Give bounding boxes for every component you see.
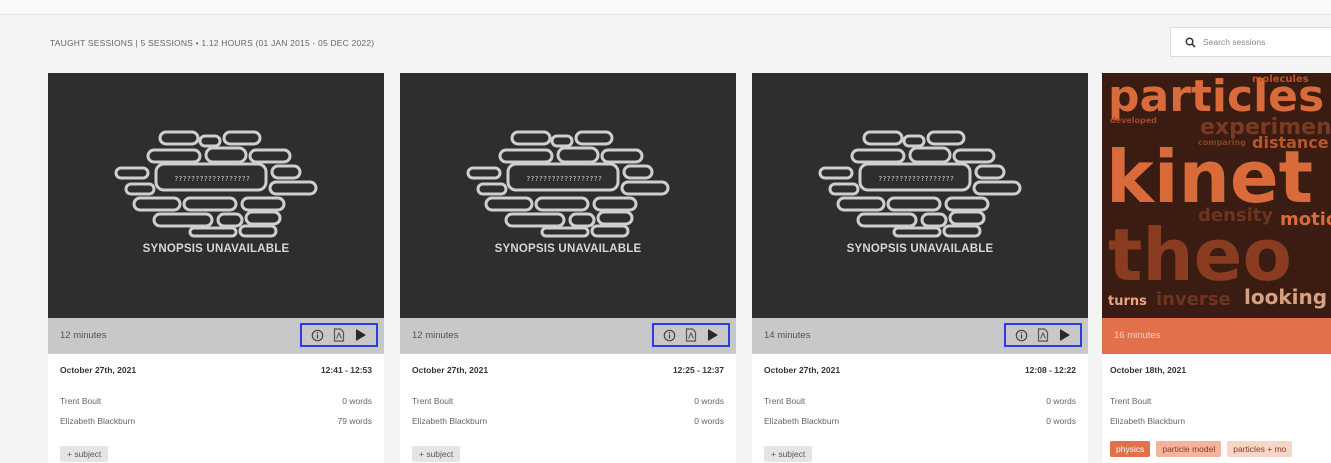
play-icon[interactable] [1059, 328, 1071, 342]
speaker-word-count: 79 words [337, 416, 373, 426]
speaker-name: Elizabeth Blackburn [1110, 416, 1186, 426]
session-info-bar: 12 minutes [400, 318, 736, 354]
pdf-document-icon[interactable] [333, 328, 345, 342]
cloud-word: developed [1110, 116, 1157, 125]
word-cloud-placeholder-icon: ?????????????????? [818, 130, 1022, 238]
speaker-name: Trent Boult [764, 396, 806, 406]
duration-label: 14 minutes [764, 330, 811, 341]
speaker-name: Trent Boult [1110, 396, 1152, 406]
session-actions [652, 323, 730, 347]
speaker-row: Trent Boult [1110, 396, 1330, 406]
cloud-word: molecules [1252, 74, 1309, 85]
cloud-word: turns [1108, 294, 1147, 309]
session-actions [300, 323, 378, 347]
duration-label: 12 minutes [60, 330, 107, 341]
search-icon [1185, 37, 1196, 48]
session-thumbnail[interactable]: ?????????????????? SYNOPSIS UNAVAILABLE [752, 73, 1088, 318]
synopsis-unavailable-label: SYNOPSIS UNAVAILABLE [494, 243, 642, 255]
session-date-row: October 27th, 2021 12:08 - 12:22 [764, 365, 1076, 375]
svg-text:??????????????????: ?????????????????? [878, 175, 954, 183]
play-icon[interactable] [707, 328, 719, 342]
session-time: 12:41 - 12:53 [320, 365, 372, 375]
session-date-row: October 27th, 2021 12:41 - 12:53 [60, 365, 372, 375]
add-subject-button[interactable]: + subject [412, 446, 461, 462]
session-thumbnail[interactable]: ?????????????????? SYNOPSIS UNAVAILABLE [400, 73, 736, 318]
session-info-bar: 12 minutes [48, 318, 384, 354]
speaker-name: Elizabeth Blackburn [412, 416, 488, 426]
session-thumbnail[interactable]: particles molecules developed experiment… [1102, 73, 1331, 318]
session-date-row: October 27th, 2021 12:25 - 12:37 [412, 365, 724, 375]
info-icon[interactable] [1015, 329, 1028, 342]
word-cloud-placeholder-icon: ?????????????????? [114, 130, 318, 238]
info-icon[interactable] [311, 329, 324, 342]
speaker-word-count: 0 words [694, 416, 724, 426]
pdf-document-icon[interactable] [685, 328, 697, 342]
speaker-row: Trent Boult 0 words [412, 396, 724, 406]
session-card[interactable]: ?????????????????? SYNOPSIS UNAVAILABLE … [48, 73, 384, 463]
sessions-summary: TAUGHT SESSIONS | 5 SESSIONS • 1.12 HOUR… [50, 38, 375, 48]
session-date: October 27th, 2021 [60, 365, 137, 375]
cloud-word: kinet [1106, 135, 1314, 219]
svg-text:??????????????????: ?????????????????? [174, 175, 250, 183]
subject-tag[interactable]: particles + mo [1227, 441, 1293, 457]
session-time: 12:25 - 12:37 [672, 365, 724, 375]
speaker-row: Trent Boult 0 words [764, 396, 1076, 406]
subject-tag[interactable]: physics [1110, 441, 1151, 457]
speaker-row: Elizabeth Blackburn 0 words [412, 416, 724, 426]
subject-tag[interactable]: particle model [1156, 441, 1222, 457]
play-icon[interactable] [355, 328, 367, 342]
speaker-row: Elizabeth Blackburn 79 words [60, 416, 372, 426]
duration-label: 16 minutes [1114, 330, 1161, 341]
session-card[interactable]: particles molecules developed experiment… [1102, 73, 1331, 463]
synopsis-unavailable-label: SYNOPSIS UNAVAILABLE [846, 243, 994, 255]
info-icon[interactable] [663, 329, 676, 342]
word-cloud-image: particles molecules developed experiment… [1102, 73, 1331, 318]
session-info-bar: 16 minutes [1102, 318, 1331, 354]
top-bar [0, 0, 1331, 15]
session-date: October 18th, 2021 [1110, 365, 1187, 375]
pdf-document-icon[interactable] [1037, 328, 1049, 342]
word-cloud-placeholder-icon: ?????????????????? [466, 130, 670, 238]
duration-label: 12 minutes [412, 330, 459, 341]
cloud-word: theo [1108, 213, 1292, 297]
add-subject-button[interactable]: + subject [764, 446, 813, 462]
speaker-word-count: 0 words [342, 396, 372, 406]
cloud-word: inverse [1156, 289, 1231, 310]
speaker-row: Elizabeth Blackburn 0 words [764, 416, 1076, 426]
speaker-name: Trent Boult [60, 396, 102, 406]
speaker-row: Trent Boult 0 words [60, 396, 372, 406]
speaker-word-count: 0 words [1046, 416, 1076, 426]
session-card[interactable]: ?????????????????? SYNOPSIS UNAVAILABLE … [752, 73, 1088, 463]
add-subject-button[interactable]: + subject [60, 446, 109, 462]
subject-tags: physics particle model particles + mo [1110, 441, 1293, 457]
speaker-name: Trent Boult [412, 396, 454, 406]
session-thumbnail[interactable]: ?????????????????? SYNOPSIS UNAVAILABLE [48, 73, 384, 318]
session-date-row: October 18th, 2021 [1110, 365, 1330, 375]
cloud-word: looking [1244, 285, 1328, 309]
session-card[interactable]: ?????????????????? SYNOPSIS UNAVAILABLE … [400, 73, 736, 463]
speaker-row: Elizabeth Blackburn [1110, 416, 1330, 426]
speaker-name: Elizabeth Blackburn [764, 416, 840, 426]
session-actions [1004, 323, 1082, 347]
synopsis-unavailable-label: SYNOPSIS UNAVAILABLE [142, 243, 290, 255]
speaker-word-count: 0 words [1046, 396, 1076, 406]
session-info-bar: 14 minutes [752, 318, 1088, 354]
search-box[interactable]: Search sessions [1170, 27, 1331, 57]
search-placeholder: Search sessions [1203, 37, 1266, 47]
speaker-word-count: 0 words [694, 396, 724, 406]
session-date: October 27th, 2021 [764, 365, 841, 375]
svg-text:??????????????????: ?????????????????? [526, 175, 602, 183]
session-date: October 27th, 2021 [412, 365, 489, 375]
speaker-name: Elizabeth Blackburn [60, 416, 136, 426]
session-time: 12:08 - 12:22 [1024, 365, 1076, 375]
